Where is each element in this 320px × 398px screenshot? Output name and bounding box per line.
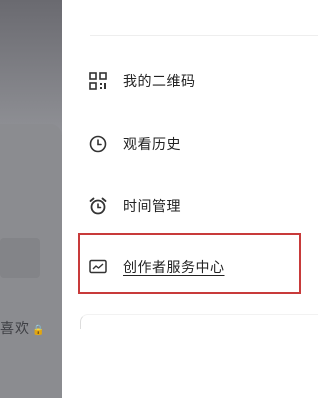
menu-item-label: 观看历史 (123, 137, 181, 153)
menu-item-label: 创作者服务中心 (123, 260, 225, 276)
qr-code-icon (88, 71, 108, 91)
next-section-edge (80, 314, 318, 329)
menu-item-time-management[interactable]: 时间管理 (88, 189, 288, 223)
background-input-box (0, 238, 40, 278)
background-app: 喜欢 🔒 (0, 0, 62, 398)
clock-icon (88, 134, 108, 154)
alarm-clock-icon (88, 196, 108, 216)
background-label: 喜欢 (0, 321, 30, 337)
lock-icon: 🔒 (32, 325, 46, 336)
trend-chart-icon (88, 257, 108, 277)
background-privacy-text: 喜欢 🔒 (0, 318, 45, 338)
menu-item-label: 我的二维码 (123, 74, 196, 90)
menu-item-watch-history[interactable]: 观看历史 (88, 127, 288, 161)
background-header (0, 0, 62, 135)
divider (90, 35, 318, 36)
menu-item-qr-code[interactable]: 我的二维码 (88, 64, 288, 98)
menu-item-label: 时间管理 (123, 199, 181, 215)
menu-item-creator-center[interactable]: 创作者服务中心 (88, 250, 288, 284)
side-drawer: 我的二维码 观看历史 时间管理 创作者服务中心 (62, 0, 318, 398)
